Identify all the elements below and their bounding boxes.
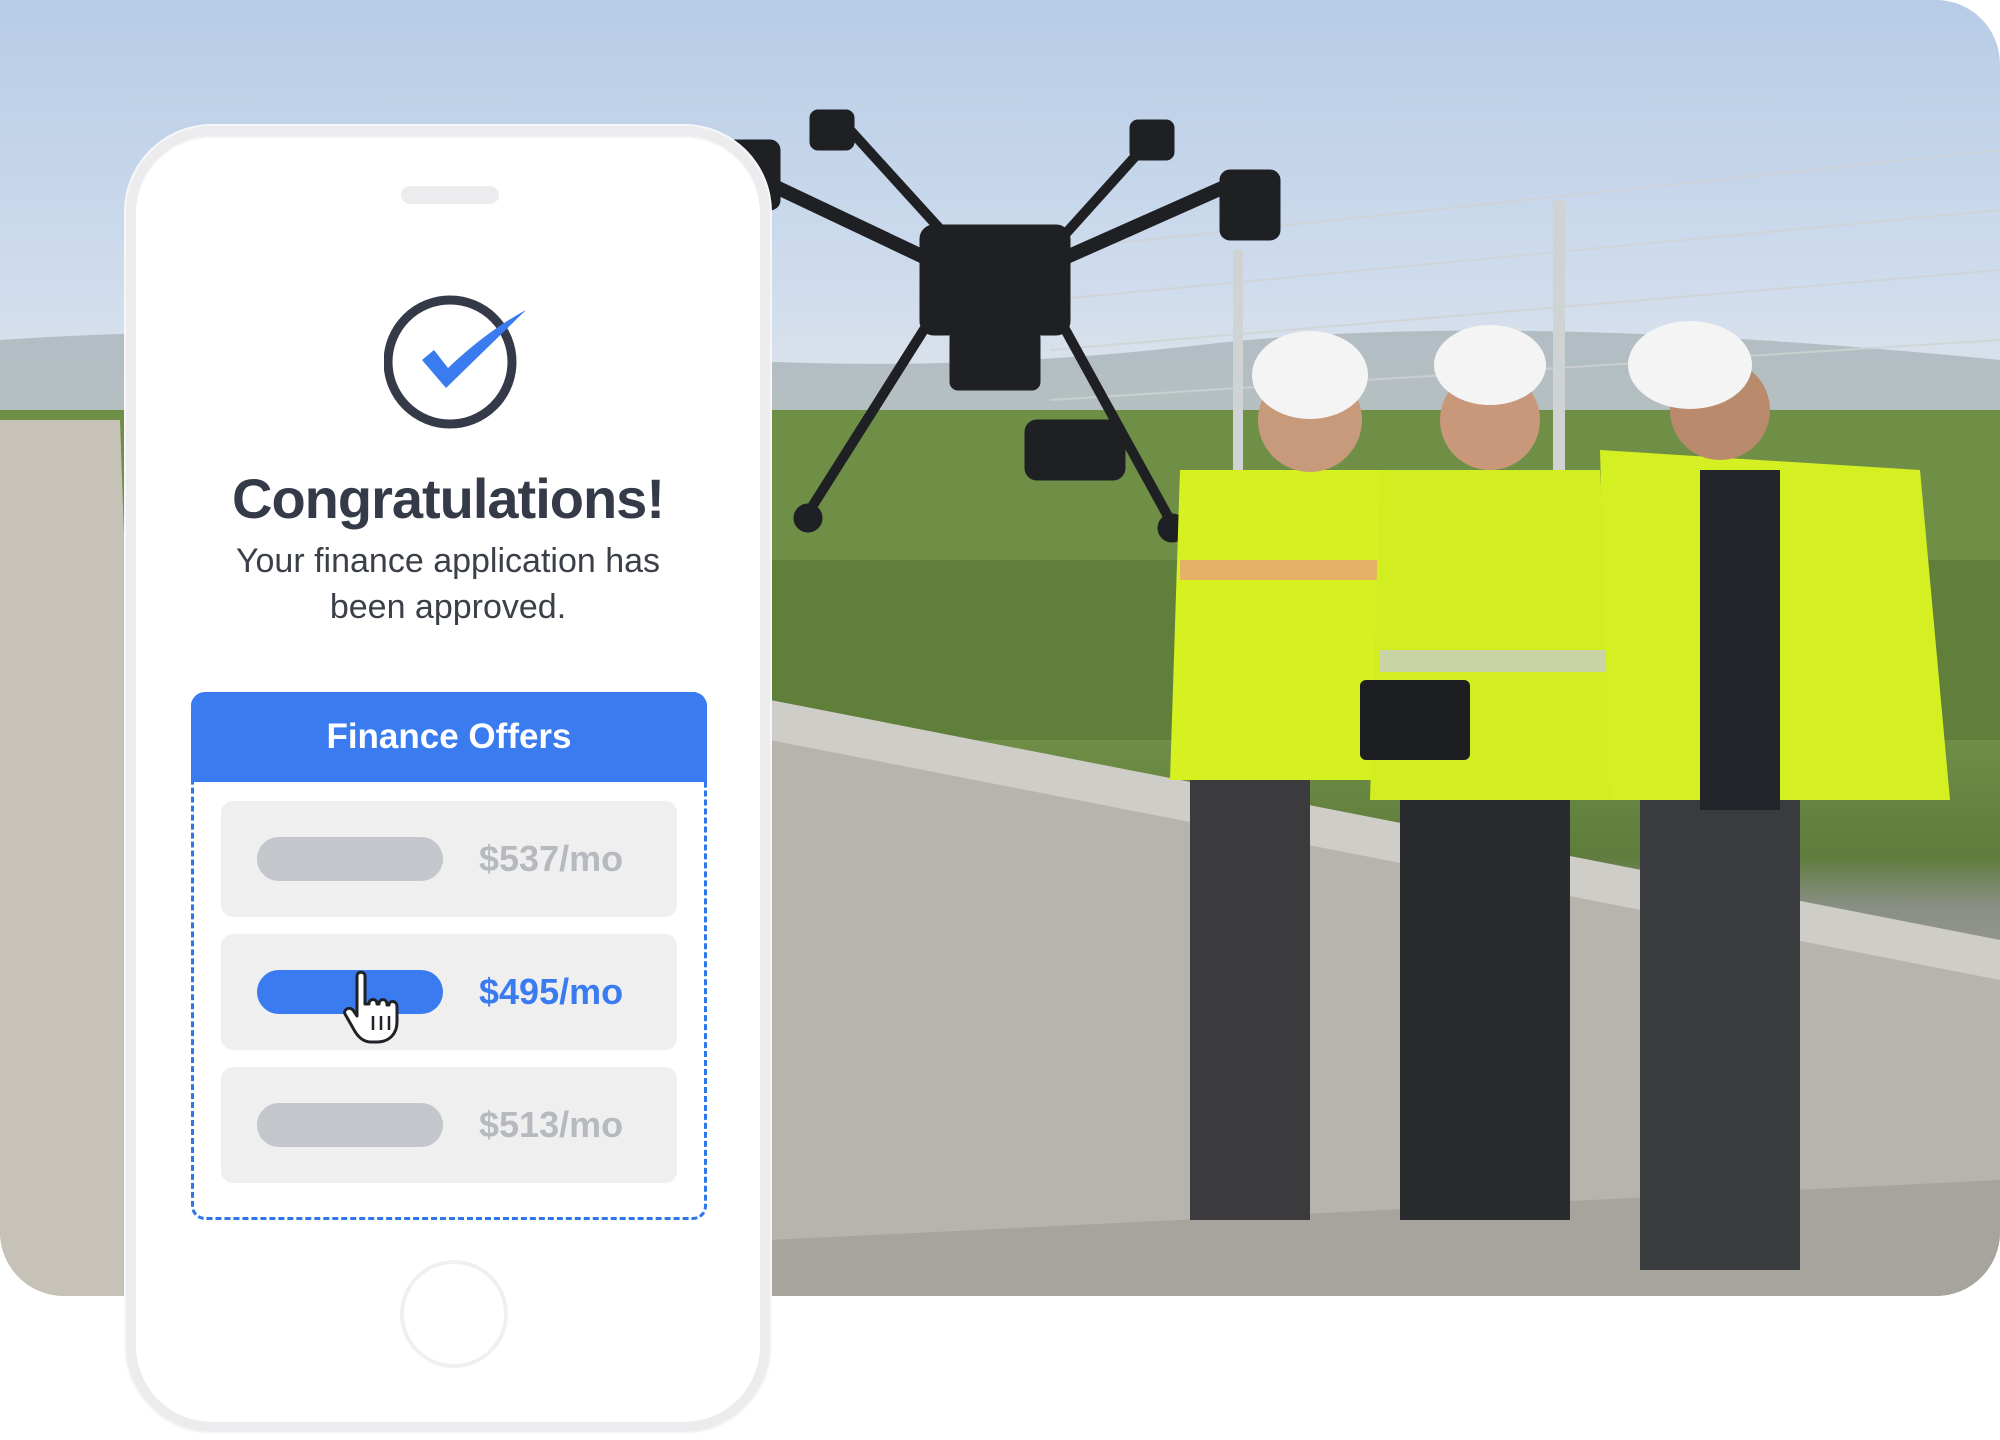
finance-offers-card: Finance Offers $537/mo $495/mo $513/mo (191, 692, 707, 1220)
page-title: Congratulations! (232, 467, 665, 530)
phone-frame: Congratulations! Your finance applicatio… (126, 126, 770, 1432)
offer-pill (257, 1103, 443, 1147)
phone-home-button (400, 1260, 508, 1368)
offer-price: $513/mo (479, 1104, 624, 1145)
offer-option-3[interactable]: $513/mo (221, 1067, 677, 1183)
check-circle-icon (383, 292, 544, 432)
approval-message: Your finance application has been approv… (235, 542, 661, 626)
offer-option-1[interactable]: $537/mo (221, 801, 677, 917)
offer-price: $537/mo (479, 838, 624, 879)
pointer-hand-icon (343, 970, 399, 1044)
offer-price: $495/mo (479, 971, 624, 1012)
offer-option-2-selected[interactable]: $495/mo (221, 934, 677, 1050)
phone-speaker (401, 186, 499, 204)
finance-offers-header: Finance Offers (191, 692, 707, 782)
offer-pill (257, 837, 443, 881)
